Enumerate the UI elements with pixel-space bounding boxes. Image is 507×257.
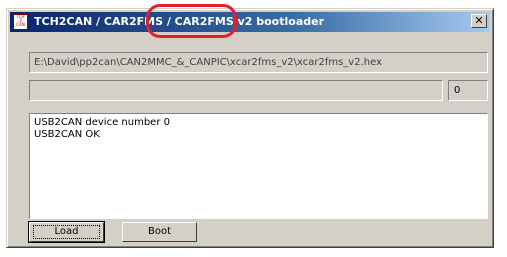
boot-button[interactable]: Boot <box>122 222 197 242</box>
title-bar[interactable]: TCH 2 CAN TCH2CAN / CAR2FMS / CAR2FMS v2… <box>10 12 490 32</box>
log-output[interactable]: USB2CAN device number 0 USB2CAN OK <box>29 113 488 219</box>
progress-bar <box>29 80 443 101</box>
close-icon: ✕ <box>474 14 484 27</box>
log-line: USB2CAN OK <box>34 129 100 140</box>
progress-count: 0 <box>448 80 488 101</box>
log-line: USB2CAN device number 0 <box>34 117 170 128</box>
close-button[interactable]: ✕ <box>471 14 487 28</box>
load-button-label: Load <box>54 226 79 237</box>
load-button[interactable]: Load <box>28 221 105 243</box>
app-icon: TCH 2 CAN <box>13 14 28 30</box>
window-title: TCH2CAN / CAR2FMS / CAR2FMS v2 bootloade… <box>34 15 325 28</box>
bootloader-window: TCH 2 CAN TCH2CAN / CAR2FMS / CAR2FMS v2… <box>6 8 494 248</box>
file-path-field[interactable]: E:\David\pp2can\CAN2MMC_&_CANPIC\xcar2fm… <box>29 52 488 73</box>
boot-button-label: Boot <box>147 226 172 237</box>
